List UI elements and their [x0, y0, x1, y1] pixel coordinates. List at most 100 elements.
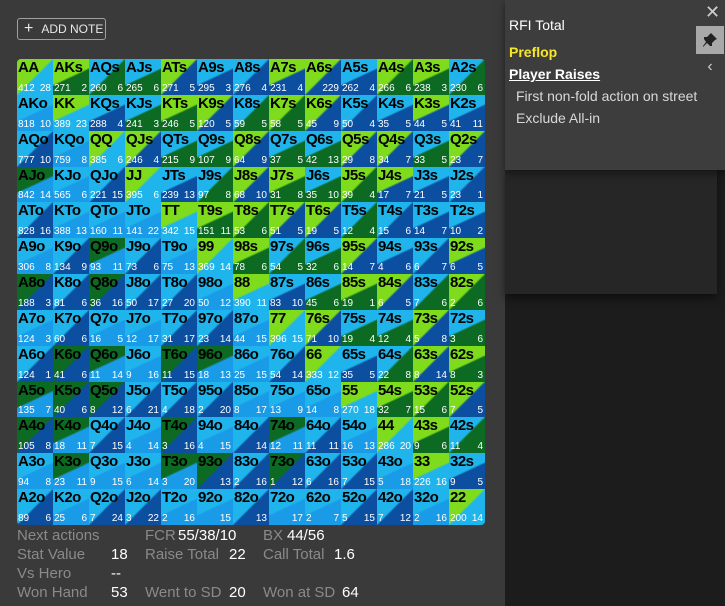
grid-cell[interactable]: KTs 246 5: [161, 94, 197, 131]
grid-cell[interactable]: 85o 8 17: [233, 381, 269, 418]
grid-cell[interactable]: J9s 97 8: [197, 166, 233, 203]
grid-cell[interactable]: J9o 73 6: [125, 238, 161, 275]
grid-cell[interactable]: J8o 50 17: [125, 274, 161, 310]
grid-cell[interactable]: A6s 229: [305, 59, 341, 95]
grid-cell[interactable]: 75s 19 4: [341, 309, 377, 346]
grid-cell[interactable]: 63s 8 14: [413, 345, 449, 382]
pin-icon[interactable]: [696, 26, 724, 54]
grid-cell[interactable]: 76s 71 10: [305, 309, 341, 346]
grid-cell[interactable]: Q6s 42 13: [305, 130, 341, 167]
grid-cell[interactable]: 85s 19 1: [341, 274, 377, 310]
grid-cell[interactable]: Q8o 36 16: [89, 274, 125, 310]
grid-cell[interactable]: 55 270 18: [341, 381, 377, 418]
grid-cell[interactable]: A2o 89 6: [17, 489, 53, 525]
grid-cell[interactable]: JTo 141 22: [125, 202, 161, 239]
grid-cell[interactable]: 92s 6 5: [449, 238, 485, 275]
grid-cell[interactable]: 32o 2 16: [413, 489, 449, 525]
grid-cell[interactable]: A2s 230 6: [449, 59, 485, 95]
grid-cell[interactable]: T8o 27 20: [161, 274, 197, 310]
grid-cell[interactable]: 83s 7 6: [413, 274, 449, 310]
grid-cell[interactable]: T2s 10 2: [449, 202, 485, 239]
grid-cell[interactable]: A7s 231 4: [269, 59, 305, 95]
grid-cell[interactable]: J4s 17 7: [377, 166, 413, 203]
grid-cell[interactable]: T8s 53 6: [233, 202, 269, 239]
grid-cell[interactable]: AKo 818 10: [17, 94, 53, 131]
grid-cell[interactable]: 86s 45 6: [305, 274, 341, 310]
grid-cell[interactable]: J3s 21 5: [413, 166, 449, 203]
grid-cell[interactable]: 88 390 11: [233, 274, 269, 310]
grid-cell[interactable]: J5o 6 21: [125, 381, 161, 418]
grid-cell[interactable]: K8s 59 5: [233, 94, 269, 131]
grid-cell[interactable]: 42o 7 12: [377, 489, 413, 525]
grid-cell[interactable]: 43s 9 6: [413, 417, 449, 454]
grid-cell[interactable]: Q5o 8 12: [89, 381, 125, 418]
grid-cell[interactable]: 54o 16 13: [341, 417, 377, 454]
grid-cell[interactable]: K8o 81 6: [53, 274, 89, 310]
grid-cell[interactable]: T6o 11 15: [161, 345, 197, 382]
grid-cell[interactable]: 92o 15: [197, 489, 233, 525]
grid-cell[interactable]: K2s 41 11: [449, 94, 485, 131]
grid-cell[interactable]: QQ 385 6: [89, 130, 125, 167]
grid-cell[interactable]: 98o 50 12: [197, 274, 233, 310]
grid-cell[interactable]: 53s 15 6: [413, 381, 449, 418]
grid-cell[interactable]: T4o 3 16: [161, 417, 197, 454]
grid-cell[interactable]: 94s 4 6: [377, 238, 413, 275]
grid-cell[interactable]: T5o 4 18: [161, 381, 197, 418]
grid-cell[interactable]: 93s 6 7: [413, 238, 449, 275]
grid-cell[interactable]: 64o 11 11: [305, 417, 341, 454]
grid-cell[interactable]: Q6o 11 14: [89, 345, 125, 382]
grid-cell[interactable]: K7s 58 5: [269, 94, 305, 131]
grid-cell[interactable]: A9s 295 3: [197, 59, 233, 95]
grid-cell[interactable]: Q2o 7 24: [89, 489, 125, 525]
grid-cell[interactable]: T7o 31 17: [161, 309, 197, 346]
grid-cell[interactable]: A7o 124 3: [17, 309, 53, 346]
grid-cell[interactable]: Q7s 37 5: [269, 130, 305, 167]
grid-cell[interactable]: AJo 842 14: [17, 166, 53, 203]
chevron-left-icon[interactable]: ‹: [703, 58, 717, 78]
grid-cell[interactable]: T9o 75 13: [161, 238, 197, 275]
grid-cell[interactable]: A8o 188 3: [17, 274, 53, 310]
grid-cell[interactable]: 83o 2 16: [233, 453, 269, 490]
grid-cell[interactable]: AJs 265 6: [125, 59, 161, 95]
grid-cell[interactable]: 62o 2 7: [305, 489, 341, 525]
grid-cell[interactable]: K4s 35 5: [377, 94, 413, 131]
grid-cell[interactable]: 99 369 14: [197, 238, 233, 275]
grid-cell[interactable]: K4o 18 11: [53, 417, 89, 454]
grid-cell[interactable]: A3s 238 3: [413, 59, 449, 95]
grid-cell[interactable]: 62s 8 3: [449, 345, 485, 382]
grid-cell[interactable]: J2o 3 22: [125, 489, 161, 525]
grid-cell[interactable]: JJ 395 6: [125, 166, 161, 203]
grid-cell[interactable]: T4s 15 6: [377, 202, 413, 239]
grid-cell[interactable]: TT 342 15: [161, 202, 197, 239]
grid-cell[interactable]: QTs 215 9: [161, 130, 197, 167]
grid-cell[interactable]: KJo 565 6: [53, 166, 89, 203]
grid-cell[interactable]: J6o 9 16: [125, 345, 161, 382]
grid-cell[interactable]: A8s 276 4: [233, 59, 269, 95]
grid-cell[interactable]: K6o 41 6: [53, 345, 89, 382]
grid-cell[interactable]: T5s 12 4: [341, 202, 377, 239]
grid-cell[interactable]: J4o 4 14: [125, 417, 161, 454]
grid-cell[interactable]: 75o 13 9: [269, 381, 305, 418]
grid-cell[interactable]: QJo 221 15: [89, 166, 125, 203]
grid-cell[interactable]: 87o 44 15: [233, 309, 269, 346]
grid-cell[interactable]: AA 412 28: [17, 59, 53, 95]
grid-cell[interactable]: 95s 14 7: [341, 238, 377, 275]
grid-cell[interactable]: 43o 5 18: [377, 453, 413, 490]
grid-cell[interactable]: K6s 45 9: [305, 94, 341, 131]
grid-cell[interactable]: 63o 6 16: [305, 453, 341, 490]
grid-cell[interactable]: 87s 83 10: [269, 274, 305, 310]
grid-cell[interactable]: AQs 260 6: [89, 59, 125, 95]
grid-cell[interactable]: 32s 9 5: [449, 453, 485, 490]
add-note-button[interactable]: + ADD NOTE: [17, 18, 106, 40]
grid-cell[interactable]: Q4s 34 7: [377, 130, 413, 167]
grid-cell[interactable]: J5s 39 4: [341, 166, 377, 203]
grid-cell[interactable]: 74o 12 11: [269, 417, 305, 454]
grid-cell[interactable]: 93o 13: [197, 453, 233, 490]
grid-cell[interactable]: 74s 12 4: [377, 309, 413, 346]
grid-cell[interactable]: Q8s 64 9: [233, 130, 269, 167]
grid-cell[interactable]: Q2s 23 7: [449, 130, 485, 167]
grid-cell[interactable]: A4s 266 6: [377, 59, 413, 95]
grid-cell[interactable]: T9s 151 11: [197, 202, 233, 239]
grid-cell[interactable]: Q4o 7 15: [89, 417, 125, 454]
grid-cell[interactable]: K3s 44 5: [413, 94, 449, 131]
